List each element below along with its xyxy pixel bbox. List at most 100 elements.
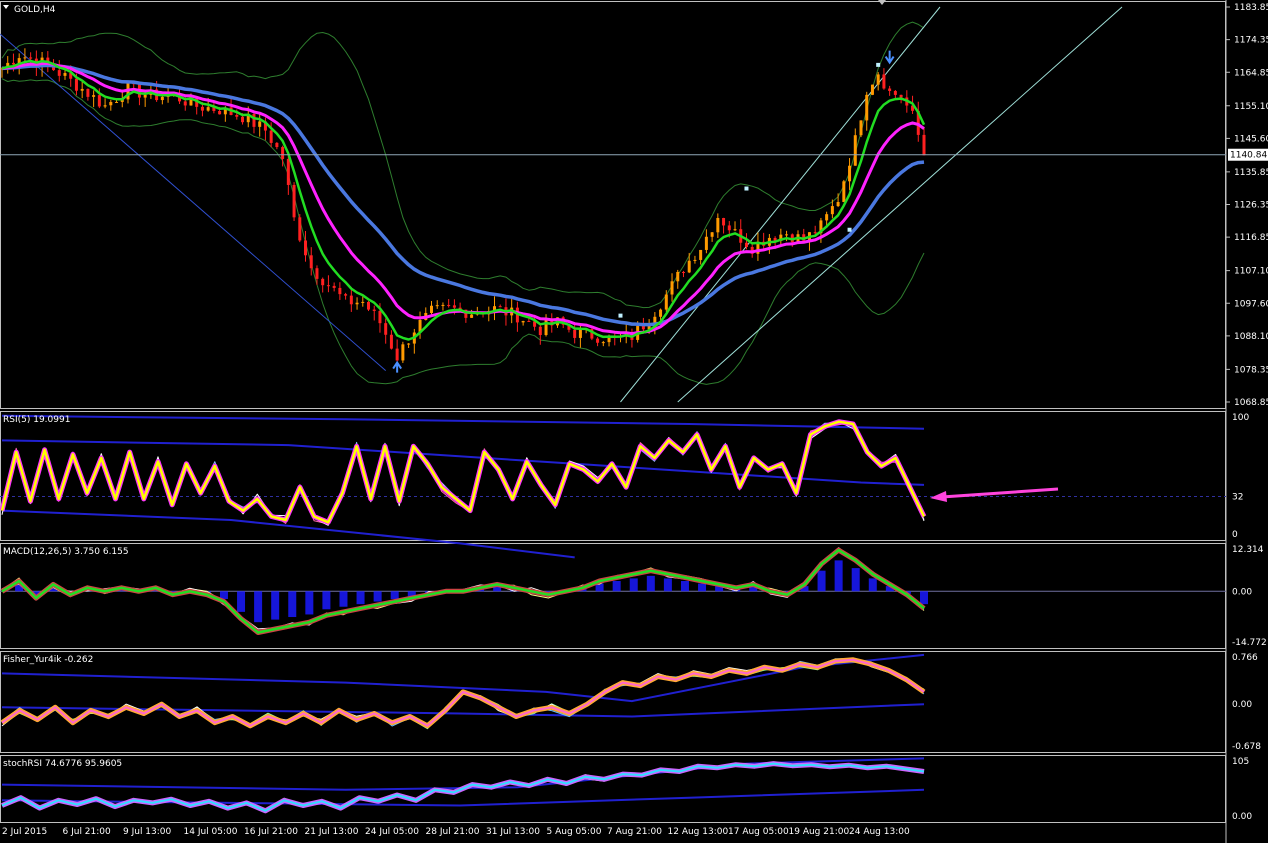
histogram-bar [322,591,331,610]
y-tick-label: 32 [1232,493,1243,503]
candle-body [699,249,703,260]
current-price-label: 1140.84 [1230,151,1267,161]
candle-body [785,234,789,236]
candle-body [349,295,353,305]
channel-anchor-point [744,186,749,191]
candle-body [641,325,645,330]
candle-body [344,294,348,296]
candle-body [355,302,359,305]
candle-body [29,57,33,59]
candle-body [601,342,605,344]
x-tick-label: 17 Aug 05:00 [728,827,789,837]
candle-body [326,285,330,287]
x-tick-label: 14 Jul 05:00 [184,827,238,837]
y-tick-label: 1107.10 [1234,267,1268,277]
candle-body [252,113,256,127]
y-tick-label: -14.772 [1232,638,1267,648]
y-tick-label: 100 [1232,413,1249,423]
histogram-bar [390,591,399,600]
candle-body [710,232,714,237]
candle-body [470,314,474,318]
candle-body [74,78,78,91]
candle-body [842,181,846,203]
candle-body [447,304,451,306]
candle-body [269,130,273,143]
candle-body [109,101,113,106]
candle-body [865,94,869,121]
candle-body [309,255,313,269]
y-tick-label: 12.314 [1232,545,1264,555]
channel-anchor-point [876,62,881,67]
histogram-bar [851,568,860,592]
candle-body [115,101,119,103]
candle-body [160,96,164,101]
candle-body [727,225,731,231]
candle-body [57,70,61,76]
x-tick-label: 6 Jul 21:00 [63,827,112,837]
histogram-bar [356,591,365,605]
x-tick-label: 2 Jul 2015 [2,827,47,837]
histogram-bar [288,591,297,618]
candle-body [596,338,600,343]
y-tick-label: 0.00 [1232,812,1252,822]
histogram-bar [680,580,689,592]
candle-body [11,62,15,65]
histogram-bar [612,580,621,592]
candle-body [407,343,411,345]
y-tick-label: 1116.85 [1234,233,1268,243]
candle-body [876,74,880,85]
x-tick-label: 16 Jul 21:00 [244,827,298,837]
candle-body [848,165,852,182]
candle-body [361,301,365,303]
indicator-title-macd: MACD(12,26,5) 3.750 6.155 [3,547,129,557]
candle-body [441,304,445,306]
candle-body [298,217,302,241]
y-tick-label: 0.00 [1232,587,1252,597]
candle-body [241,116,245,123]
candle-body [235,115,239,117]
x-tick-label: 24 Jul 05:00 [365,827,419,837]
candle-body [704,236,708,250]
candle-body [859,120,863,136]
candle-body [367,301,371,310]
chart-window: 1140.84 1183.85 1174.35 1164.85 1155.10 1145.… [0,0,1268,843]
histogram-bar [373,591,382,602]
histogram-bar [868,578,877,592]
x-tick-label: 28 Jul 21:00 [426,827,480,837]
candle-body [103,105,107,107]
candle-body [825,214,829,221]
candle-body [836,202,840,207]
candle-body [664,294,668,310]
candle-body [659,309,663,317]
candle-body [870,84,874,95]
y-tick-label: 1135.85 [1234,168,1268,178]
candle-body [401,344,405,361]
y-tick-label: 1126.35 [1234,201,1268,211]
x-tick-label: 21 Jul 13:00 [305,827,359,837]
candle-body [395,348,399,361]
candle-body [716,217,720,233]
histogram-bar [237,591,246,612]
candle-body [378,310,382,324]
histogram-bar [271,591,280,620]
candle-body [218,110,222,115]
y-tick-label: 0 [1232,530,1238,540]
histogram-bar [629,578,638,592]
indicator-title-stochrsi: stochRSI 74.6776 95.9605 [3,759,122,769]
candle-body [676,271,680,282]
y-tick-label: -0.678 [1232,742,1261,752]
y-tick-label: 0.766 [1232,653,1258,663]
candle-body [733,229,737,231]
x-tick-label: 7 Aug 21:00 [607,827,662,837]
x-tick-label: 19 Aug 21:00 [789,827,850,837]
x-tick-label: 12 Aug 13:00 [668,827,729,837]
candle-body [922,134,926,156]
y-tick-label: 1088.10 [1234,332,1268,342]
candle-body [92,95,96,97]
candle-body [384,323,388,335]
candle-body [258,121,262,127]
channel-anchor-point [618,313,623,318]
candle-body [521,320,525,323]
x-tick-label: 31 Jul 13:00 [486,827,540,837]
candle-body [882,74,886,89]
